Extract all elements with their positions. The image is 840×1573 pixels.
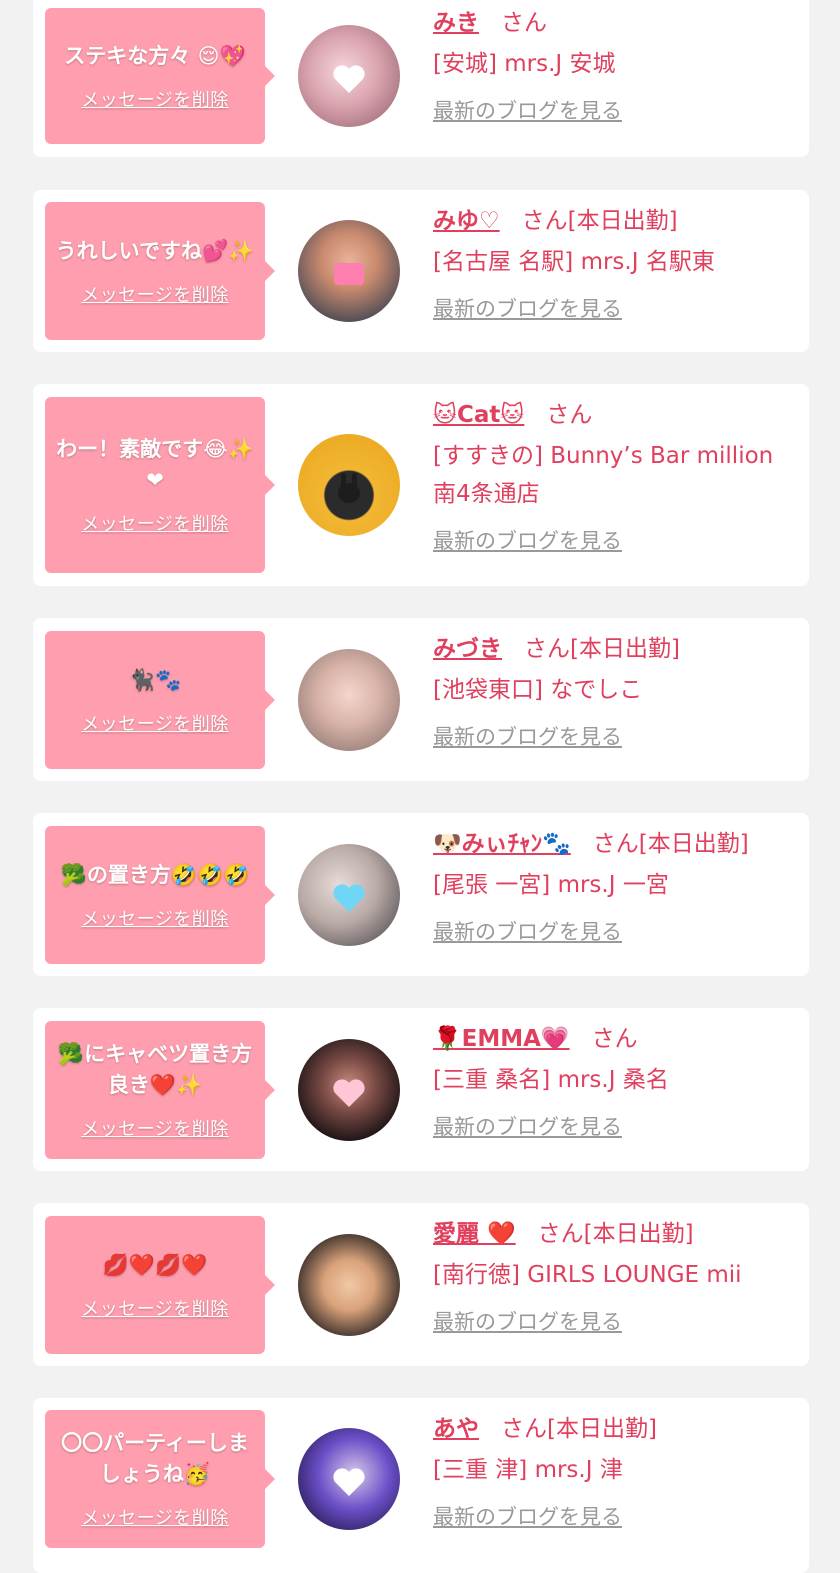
message-text: 〇〇パーティーしましょうね🥳 xyxy=(61,1431,249,1486)
message-bubble: 🥦の置き方🤣🤣🤣 メッセージを削除 xyxy=(45,826,265,964)
delete-message-link[interactable]: メッセージを削除 xyxy=(81,281,229,307)
message-bubble: 🐈‍⬛🐾 メッセージを削除 xyxy=(45,631,265,769)
latest-blog-link[interactable]: 最新のブログを見る xyxy=(433,1501,622,1531)
latest-blog-link[interactable]: 最新のブログを見る xyxy=(433,1111,622,1141)
message-bubble: わー！素敵です😂✨❤ メッセージを削除 xyxy=(45,397,265,573)
avatar[interactable] xyxy=(298,1234,400,1336)
heart-sticker-icon xyxy=(333,884,365,912)
delete-message-link[interactable]: メッセージを削除 xyxy=(81,1115,229,1141)
avatar[interactable] xyxy=(298,844,400,946)
message-bubble: 💋❤️💋❤️ メッセージを削除 xyxy=(45,1216,265,1354)
message-card: ステキな方々 😌💖 メッセージを削除 みき さん [安城] mrs.J 安城 最新… xyxy=(33,0,809,157)
profile-info: 愛麗 ❤️ さん[本日出勤] [南行徳] GIRLS LOUNGE mii 最新の… xyxy=(433,1217,789,1336)
avatar[interactable] xyxy=(298,1039,400,1141)
message-card: 🥦にキャベツ置き方良き❤️✨ メッセージを削除 🌹EMMA💗 さん [三重 桑名]… xyxy=(33,1008,809,1171)
name-row: 🐱Cat🐱 さん xyxy=(433,398,789,432)
profile-name-link[interactable]: 🐶みぃﾁｬﾝ🐾 xyxy=(433,831,571,857)
message-bubble: 🥦にキャベツ置き方良き❤️✨ メッセージを削除 xyxy=(45,1021,265,1159)
name-row: みき さん xyxy=(433,6,789,40)
profile-info: みづき さん[本日出勤] [池袋東口] なでしこ 最新のブログを見る xyxy=(433,632,789,751)
shop-name: [尾張 一宮] mrs.J 一宮 xyxy=(433,872,669,898)
profile-name-link[interactable]: みゆ♡ xyxy=(433,208,500,234)
message-text: 🐈‍⬛🐾 xyxy=(128,667,182,692)
profile-info: みき さん [安城] mrs.J 安城 最新のブログを見る xyxy=(433,6,789,125)
shop-name: [名古屋 名駅] mrs.J 名駅東 xyxy=(433,249,715,275)
message-text: ステキな方々 😌💖 xyxy=(64,43,246,68)
message-card: うれしいですね💕✨ メッセージを削除 みゆ♡ さん[本日出勤] [名古屋 名駅] … xyxy=(33,190,809,352)
message-bubble: ステキな方々 😌💖 メッセージを削除 xyxy=(45,8,265,144)
delete-message-link[interactable]: メッセージを削除 xyxy=(81,1295,229,1321)
heart-sticker-icon xyxy=(333,1468,365,1496)
profile-name-link[interactable]: みづき xyxy=(433,636,502,662)
heart-sticker-icon xyxy=(333,1079,365,1107)
profile-name-link[interactable]: 🌹EMMA💗 xyxy=(433,1026,570,1052)
message-text: うれしいですね💕✨ xyxy=(55,238,255,263)
profile-info: あや さん[本日出勤] [三重 津] mrs.J 津 最新のブログを見る xyxy=(433,1412,789,1531)
latest-blog-link[interactable]: 最新のブログを見る xyxy=(433,293,622,323)
profile-name-link[interactable]: あや xyxy=(433,1416,479,1442)
message-text: 🥦にキャベツ置き方良き❤️✨ xyxy=(57,1042,253,1097)
mosaic-sticker-icon xyxy=(334,263,364,285)
profile-info: 🐱Cat🐱 さん [すすきの] Bunny’s Bar million 南4条通店… xyxy=(433,398,789,555)
delete-message-link[interactable]: メッセージを削除 xyxy=(81,710,229,736)
avatar[interactable] xyxy=(298,434,400,536)
message-card: 🐈‍⬛🐾 メッセージを削除 みづき さん[本日出勤] [池袋東口] なでしこ 最新… xyxy=(33,618,809,781)
message-card: 💋❤️💋❤️ メッセージを削除 愛麗 ❤️ さん[本日出勤] [南行徳] GIRL… xyxy=(33,1203,809,1366)
shop-name: [三重 津] mrs.J 津 xyxy=(433,1457,623,1483)
name-suffix: さん xyxy=(591,1026,638,1052)
shop-name: [池袋東口] なでしこ xyxy=(433,677,643,703)
profile-name-link[interactable]: みき xyxy=(433,10,479,36)
name-suffix: さん[本日出勤] xyxy=(592,831,749,857)
name-row: 愛麗 ❤️ さん[本日出勤] xyxy=(433,1217,789,1251)
name-suffix: さん xyxy=(546,402,593,428)
profile-name-link[interactable]: 🐱Cat🐱 xyxy=(433,402,524,428)
message-card: わー！素敵です😂✨❤ メッセージを削除 🐱Cat🐱 さん [すすきの] Bunny… xyxy=(33,384,809,586)
delete-message-link[interactable]: メッセージを削除 xyxy=(81,86,229,112)
profile-name-link[interactable]: 愛麗 ❤️ xyxy=(433,1221,516,1247)
message-bubble: 〇〇パーティーしましょうね🥳 メッセージを削除 xyxy=(45,1410,265,1548)
shop-name: [安城] mrs.J 安城 xyxy=(433,51,616,77)
shop-name: [すすきの] Bunny’s Bar million 南4条通店 xyxy=(433,443,774,507)
shop-name: [南行徳] GIRLS LOUNGE mii xyxy=(433,1262,742,1288)
message-text: 🥦の置き方🤣🤣🤣 xyxy=(60,862,250,887)
heart-sticker-icon xyxy=(333,65,365,93)
latest-blog-link[interactable]: 最新のブログを見る xyxy=(433,721,622,751)
latest-blog-link[interactable]: 最新のブログを見る xyxy=(433,916,622,946)
name-row: あや さん[本日出勤] xyxy=(433,1412,789,1446)
latest-blog-link[interactable]: 最新のブログを見る xyxy=(433,525,622,555)
message-text: 💋❤️💋❤️ xyxy=(102,1252,208,1277)
message-card: 〇〇パーティーしましょうね🥳 メッセージを削除 あや さん[本日出勤] [三重 津… xyxy=(33,1398,809,1573)
name-row: 🌹EMMA💗 さん xyxy=(433,1022,789,1056)
name-row: みゆ♡ さん[本日出勤] xyxy=(433,204,789,238)
name-row: 🐶みぃﾁｬﾝ🐾 さん[本日出勤] xyxy=(433,827,789,861)
message-text: わー！素敵です😂✨❤ xyxy=(56,437,254,492)
name-suffix: さん xyxy=(501,10,547,36)
message-card: 🥦の置き方🤣🤣🤣 メッセージを削除 🐶みぃﾁｬﾝ🐾 さん[本日出勤] [尾張 一宮… xyxy=(33,813,809,976)
name-suffix: さん[本日出勤] xyxy=(501,1416,657,1442)
shop-name: [三重 桑名] mrs.J 桑名 xyxy=(433,1067,669,1093)
name-suffix: さん[本日出勤] xyxy=(521,208,678,234)
avatar[interactable] xyxy=(298,1428,400,1530)
name-suffix: さん[本日出勤] xyxy=(537,1221,694,1247)
latest-blog-link[interactable]: 最新のブログを見る xyxy=(433,1306,622,1336)
profile-info: 🌹EMMA💗 さん [三重 桑名] mrs.J 桑名 最新のブログを見る xyxy=(433,1022,789,1141)
delete-message-link[interactable]: メッセージを削除 xyxy=(81,510,229,536)
delete-message-link[interactable]: メッセージを削除 xyxy=(81,905,229,931)
name-suffix: さん[本日出勤] xyxy=(524,636,680,662)
name-row: みづき さん[本日出勤] xyxy=(433,632,789,666)
profile-info: 🐶みぃﾁｬﾝ🐾 さん[本日出勤] [尾張 一宮] mrs.J 一宮 最新のブログを… xyxy=(433,827,789,946)
avatar[interactable] xyxy=(298,220,400,322)
bunny-silhouette-icon xyxy=(338,473,360,503)
avatar[interactable] xyxy=(298,649,400,751)
avatar[interactable] xyxy=(298,25,400,127)
delete-message-link[interactable]: メッセージを削除 xyxy=(81,1504,229,1530)
message-bubble: うれしいですね💕✨ メッセージを削除 xyxy=(45,202,265,340)
profile-info: みゆ♡ さん[本日出勤] [名古屋 名駅] mrs.J 名駅東 最新のブログを見る xyxy=(433,204,789,323)
latest-blog-link[interactable]: 最新のブログを見る xyxy=(433,95,622,125)
